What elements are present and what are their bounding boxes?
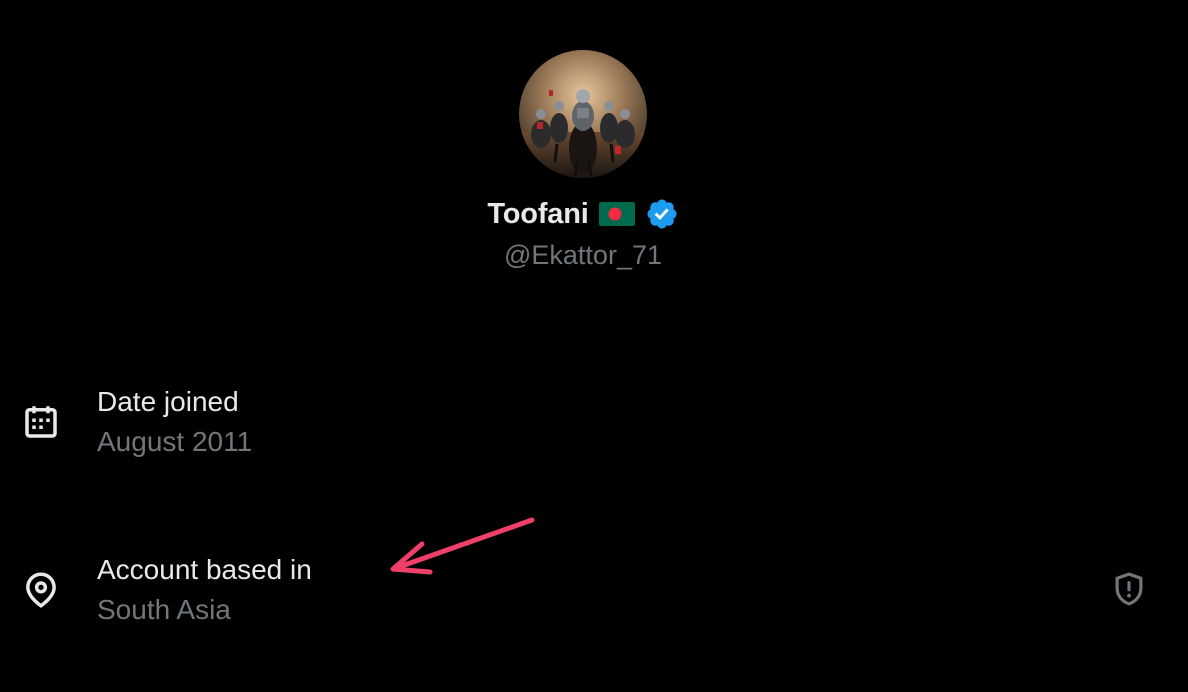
account-based-in-row: Account based in South Asia	[0, 552, 1188, 632]
shield-alert-icon[interactable]	[1110, 570, 1148, 608]
location-pin-icon	[26, 572, 56, 608]
account-based-in-label: Account based in	[97, 554, 312, 585]
annotation-arrow-icon	[390, 517, 535, 575]
account-based-in-text: Account based in South Asia	[97, 552, 312, 628]
profile-name-row: Toofani	[0, 196, 1166, 232]
profile-handle: @Ekattor_71	[504, 240, 662, 270]
profile-avatar[interactable]	[519, 50, 647, 178]
account-based-in-value: South Asia	[97, 594, 231, 625]
verified-badge-icon[interactable]	[645, 197, 679, 231]
bangladesh-flag-icon	[598, 202, 635, 226]
display-name: Toofani	[487, 197, 589, 230]
date-joined-value: August 2011	[97, 426, 253, 457]
date-joined-text: Date joined August 2011	[97, 384, 252, 460]
date-joined-row: Date joined August 2011	[0, 384, 1188, 464]
calendar-icon	[25, 406, 57, 438]
date-joined-label: Date joined	[97, 386, 239, 417]
